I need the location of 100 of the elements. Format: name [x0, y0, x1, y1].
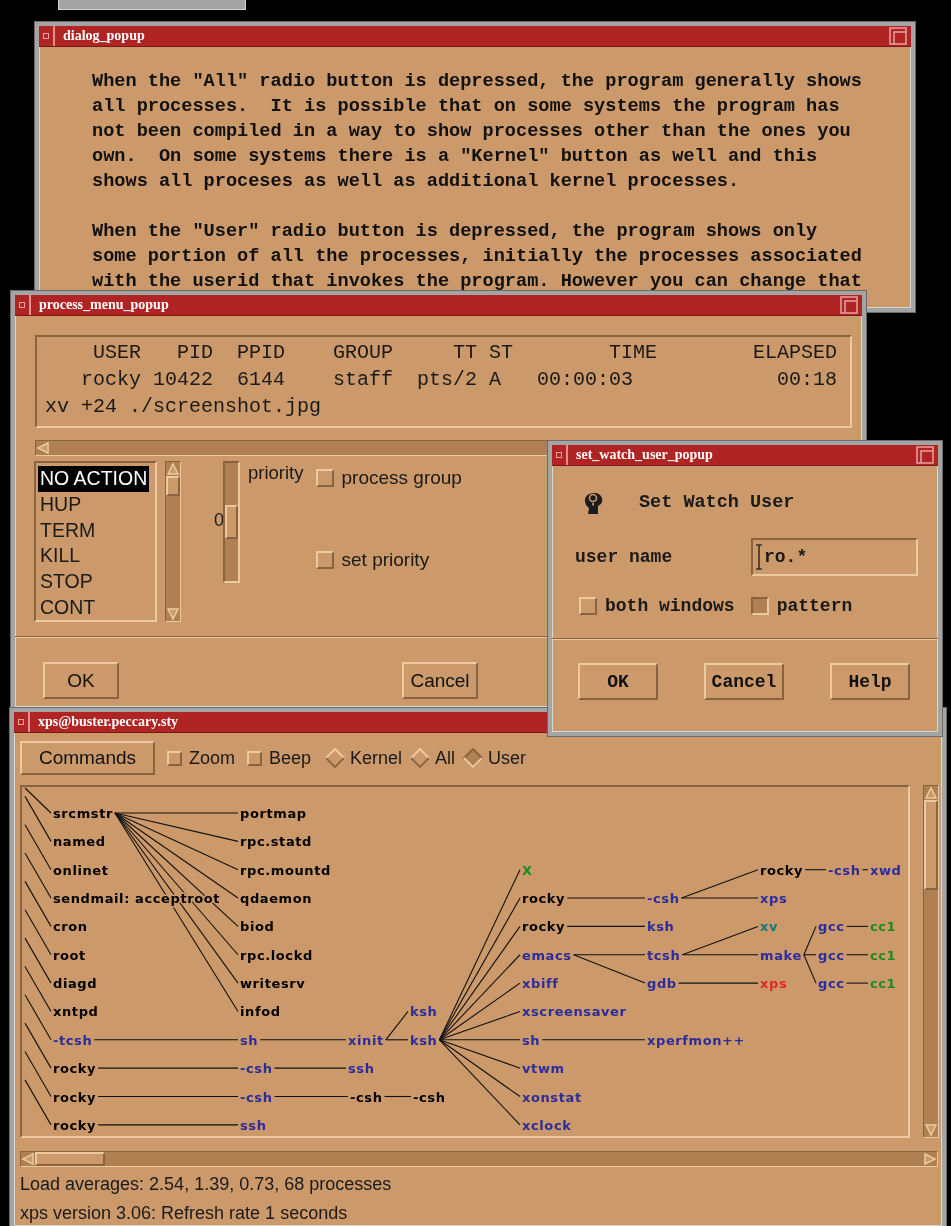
table-cell-text: staff [332, 367, 394, 393]
down-arrow-icon[interactable] [166, 607, 180, 621]
process-node[interactable]: ssh [348, 1061, 375, 1077]
checkbox-label: Beep [269, 747, 312, 769]
connector-line [24, 852, 52, 899]
signal-list-item[interactable]: TERM [38, 517, 98, 544]
process-node[interactable]: rpc.lockd [240, 947, 313, 963]
vertical-scrollbar[interactable] [923, 785, 939, 1138]
signal-list-item[interactable]: STOP [38, 569, 95, 595]
up-arrow-icon[interactable] [166, 462, 180, 476]
column-header: TT [452, 340, 478, 366]
process-node[interactable]: ssh [240, 1117, 267, 1133]
process-node[interactable]: -csh [413, 1089, 446, 1105]
process-node[interactable]: rpc.statd [240, 834, 312, 850]
scrollbar-thumb[interactable] [166, 476, 180, 496]
dialog-button[interactable]: Cancel [402, 662, 478, 699]
slider-thumb[interactable] [225, 505, 238, 539]
maximize-icon[interactable] [840, 296, 858, 314]
process-node[interactable]: gcc [818, 947, 845, 963]
process-node[interactable]: ksh [410, 1032, 438, 1048]
vertical-scrollbar[interactable] [165, 461, 181, 622]
process-node[interactable]: sh [240, 1032, 259, 1048]
process-node[interactable]: -csh [647, 891, 680, 907]
down-arrow-icon[interactable] [924, 1123, 938, 1137]
process-node[interactable]: xscreensaver [522, 1004, 627, 1020]
process-node[interactable]: ksh [647, 919, 675, 935]
dialog-button[interactable]: Help [830, 663, 910, 700]
table-cell-text: 10422 [152, 367, 213, 393]
process-node[interactable]: -csh [240, 1061, 273, 1077]
column-header: ST [488, 340, 514, 366]
dialog-button[interactable]: OK [43, 662, 119, 699]
signal-list-item[interactable]: KILL [38, 543, 83, 570]
checkbox-label: set priority [341, 549, 430, 571]
process-node[interactable]: onlinet [53, 862, 109, 878]
field-label: user name [575, 547, 673, 567]
process-node[interactable]: -csh [828, 862, 861, 878]
process-node[interactable]: gcc [818, 919, 845, 935]
process-node[interactable]: xps [760, 891, 788, 907]
process-node[interactable]: gdb [647, 976, 677, 992]
process-node[interactable]: emacs [522, 947, 572, 963]
maximize-icon[interactable] [916, 446, 934, 464]
process-node[interactable]: qdaemon [240, 891, 313, 907]
process-node[interactable]: xperfmon++ [647, 1032, 746, 1048]
process-node[interactable]: rocky [522, 919, 566, 935]
process-node[interactable]: -csh [350, 1089, 383, 1105]
process-node[interactable]: rpc.mountd [240, 862, 331, 878]
process-node[interactable]: xbiff [522, 976, 559, 992]
process-node[interactable]: root [53, 947, 86, 963]
process-node[interactable]: infod [240, 1004, 281, 1020]
left-arrow-icon[interactable] [36, 441, 50, 455]
process-node[interactable]: ksh [410, 1004, 438, 1020]
process-node[interactable]: tcsh [647, 947, 681, 963]
process-node[interactable]: writesrv [240, 976, 306, 992]
signal-list-item[interactable]: NO ACTION [38, 466, 150, 492]
checkbox[interactable] [750, 597, 769, 615]
window-title: set_watch_user_popup [575, 447, 714, 463]
radio-button[interactable] [463, 748, 484, 768]
signal-list-item[interactable]: HUP [38, 491, 84, 518]
process-node[interactable]: diagd [53, 976, 98, 992]
process-node[interactable]: make [760, 947, 802, 963]
window-title: process_menu_popup [38, 297, 170, 313]
checkbox-label: process group [341, 467, 462, 489]
process-node[interactable]: xwd [870, 862, 902, 878]
process-node[interactable]: named [53, 834, 106, 850]
right-arrow-icon[interactable] [923, 1152, 937, 1166]
process-node[interactable]: xclock [522, 1117, 572, 1133]
column-header: TIME [608, 340, 658, 366]
process-node[interactable]: biod [240, 919, 275, 935]
horizontal-scrollbar[interactable] [20, 1151, 938, 1167]
commands-button[interactable]: Commands [20, 741, 155, 775]
left-arrow-icon[interactable] [21, 1152, 35, 1166]
process-node[interactable]: gcc [818, 976, 845, 992]
user-name-field[interactable]: ro.* [751, 538, 918, 576]
signal-list-item[interactable]: CONT [38, 595, 98, 621]
process-node[interactable]: rocky [53, 1089, 97, 1105]
process-node[interactable]: cron [53, 919, 88, 935]
priority-slider[interactable] [223, 461, 240, 583]
dialog-button[interactable]: OK [578, 663, 658, 700]
process-node[interactable]: rocky [760, 862, 804, 878]
process-node[interactable]: srcmstr [53, 806, 113, 821]
maximize-icon[interactable] [889, 27, 907, 45]
process-node[interactable]: -tcsh [53, 1032, 93, 1048]
process-node[interactable]: sh [522, 1032, 541, 1048]
process-node[interactable]: rocky [53, 1117, 97, 1133]
process-node[interactable]: portmap [240, 806, 307, 821]
connector-line [24, 1079, 52, 1126]
connector-line [24, 965, 52, 1012]
process-node[interactable]: vtwm [522, 1061, 565, 1077]
process-node[interactable]: xinit [348, 1032, 384, 1048]
process-node[interactable]: rocky [522, 891, 566, 907]
process-node[interactable]: rocky [53, 1061, 97, 1077]
dialog-button[interactable]: Cancel [704, 663, 784, 700]
radio-label: User [488, 747, 527, 769]
process-node[interactable]: xntpd [53, 1004, 99, 1020]
up-arrow-icon[interactable] [924, 786, 938, 800]
table-cell-text: 6144 [236, 367, 285, 393]
process-node[interactable]: xonstat [522, 1089, 582, 1105]
connector-line [846, 925, 869, 927]
process-node[interactable]: -csh [240, 1089, 273, 1105]
connector-line [24, 824, 52, 871]
